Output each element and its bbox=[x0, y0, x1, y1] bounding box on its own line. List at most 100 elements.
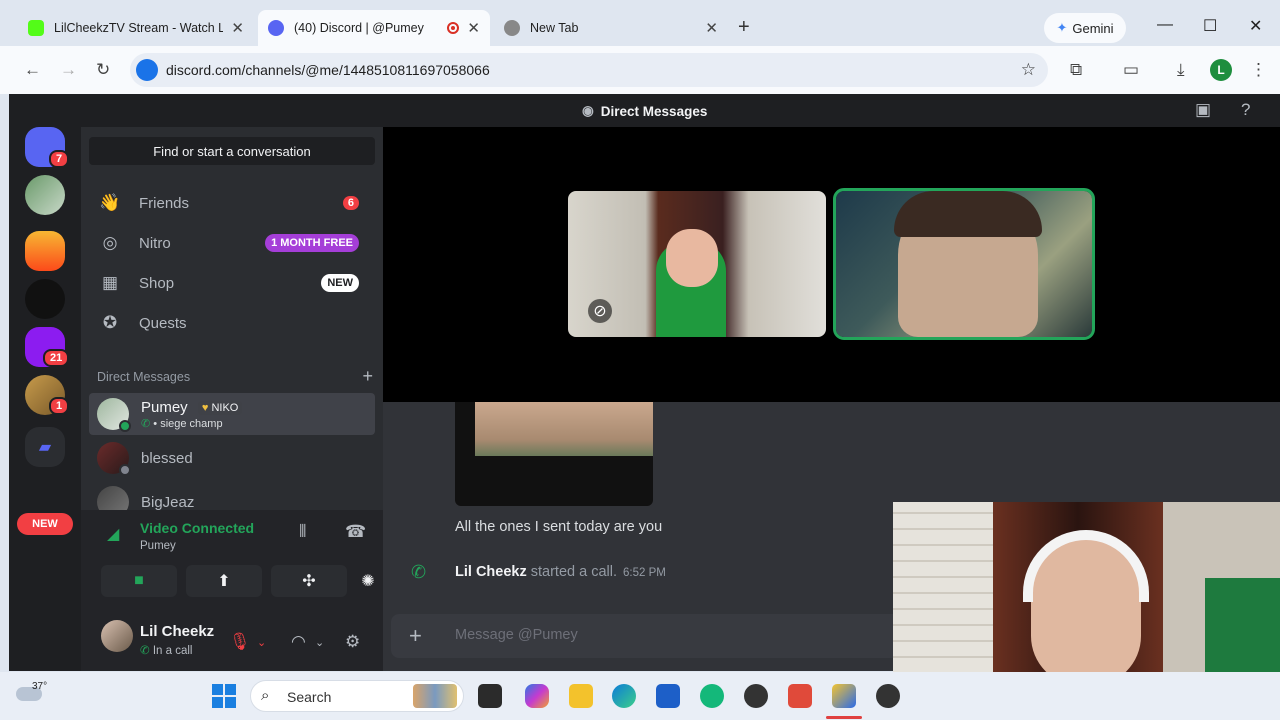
minimize-icon[interactable]: — bbox=[1157, 16, 1173, 34]
sidebar-item-nitro[interactable]: ◎ Nitro 1 MONTH FREE bbox=[89, 223, 375, 263]
app-icon[interactable] bbox=[700, 684, 724, 708]
call-user[interactable]: Lil Cheekz bbox=[455, 564, 527, 580]
shop-icon: ▦ bbox=[101, 273, 119, 292]
phone-call-icon: ✆ bbox=[411, 562, 427, 582]
profile-avatar[interactable]: L bbox=[1210, 59, 1232, 81]
sidebar-item-label: Friends bbox=[139, 194, 190, 212]
back-icon[interactable]: ← bbox=[24, 60, 41, 80]
download-icon[interactable]: ⤓ bbox=[1177, 60, 1185, 80]
chevron-down-icon[interactable]: ⌄ bbox=[257, 636, 266, 649]
titlebar-heading: ◉ Direct Messages bbox=[582, 103, 707, 119]
avatar[interactable] bbox=[101, 620, 133, 652]
menu-icon[interactable]: ⋮ bbox=[1250, 60, 1267, 80]
edge-icon[interactable] bbox=[612, 684, 636, 708]
bookmark-star-icon[interactable]: ☆ bbox=[1021, 60, 1036, 80]
headphones-icon[interactable]: ◠ bbox=[291, 632, 306, 652]
message-input[interactable]: Message @Pumey bbox=[455, 627, 578, 643]
site-info-icon[interactable] bbox=[136, 59, 158, 81]
call-text: started a call. bbox=[530, 564, 617, 580]
friends-badge: 6 bbox=[342, 196, 359, 210]
image-content bbox=[475, 402, 653, 456]
user-name[interactable]: Lil Cheekz bbox=[140, 623, 214, 640]
file-explorer-icon[interactable] bbox=[569, 684, 593, 708]
url-text[interactable]: discord.com/channels/@me/144851081169705… bbox=[166, 62, 490, 78]
participant-hair bbox=[894, 191, 1042, 237]
dm-sidebar: Find or start a conversation 👋 Friends 6… bbox=[81, 127, 383, 671]
user-panel: Lil Cheekz ✆ In a call 🎙 ⌄ ◠ ⌄ ⚙ bbox=[81, 605, 383, 671]
settings-gear-icon[interactable]: ⚙ bbox=[345, 632, 360, 652]
message-text: All the ones I sent today are you bbox=[455, 519, 663, 535]
folder-icon[interactable]: ▰ bbox=[25, 427, 65, 467]
friends-icon: 👋 bbox=[99, 193, 121, 212]
server-icon[interactable] bbox=[25, 231, 65, 271]
close-icon[interactable]: ✕ bbox=[467, 19, 480, 37]
reload-icon[interactable]: ↻ bbox=[96, 60, 110, 80]
search-label: Search bbox=[287, 689, 332, 705]
copilot-icon[interactable] bbox=[525, 684, 549, 708]
start-button[interactable] bbox=[212, 684, 236, 708]
extensions-icon[interactable]: ⧉ bbox=[1070, 60, 1082, 80]
media-icon[interactable]: ▭ bbox=[1123, 60, 1139, 80]
chevron-down-icon[interactable]: ⌄ bbox=[315, 636, 324, 649]
camera-button[interactable]: ■ bbox=[101, 565, 177, 597]
tab-lilcheekztv[interactable]: LilCheekzTV Stream - Watch Liv ✕ bbox=[18, 10, 254, 46]
image-attachment[interactable] bbox=[455, 402, 653, 506]
new-unreads-pill[interactable]: NEW bbox=[17, 513, 73, 535]
dm-item-blessed[interactable]: blessed bbox=[89, 437, 375, 479]
help-icon[interactable]: ? bbox=[1241, 100, 1250, 120]
recording-icon bbox=[447, 22, 460, 34]
dm-item-pumey[interactable]: Pumey ♥ NIKO ✆ • siege champ bbox=[89, 393, 375, 435]
task-view-icon[interactable] bbox=[478, 684, 502, 708]
windows-taskbar: 37° ⌕ Search bbox=[0, 672, 1280, 720]
forward-icon[interactable]: → bbox=[60, 60, 77, 80]
create-dm-icon[interactable]: + bbox=[362, 366, 373, 387]
maximize-icon[interactable]: ☐ bbox=[1203, 16, 1217, 36]
app-icon[interactable] bbox=[832, 684, 856, 708]
search-highlight-icon bbox=[413, 684, 457, 708]
avatar bbox=[97, 442, 131, 476]
screenshare-button[interactable]: ⬆ bbox=[186, 565, 262, 597]
dm-activity: • siege champ bbox=[153, 417, 223, 430]
tab-title: LilCheekzTV Stream - Watch Liv bbox=[54, 21, 224, 35]
sidebar-item-friends[interactable]: 👋 Friends 6 bbox=[89, 183, 375, 223]
voice-channel-name[interactable]: Pumey bbox=[140, 540, 176, 552]
soundboard-button[interactable]: ✺ bbox=[357, 565, 379, 597]
user-status: ✆ In a call bbox=[140, 643, 192, 657]
kick-icon bbox=[28, 20, 44, 36]
mic-muted-icon[interactable]: 🎙 bbox=[229, 632, 251, 652]
gemini-icon: ✦ bbox=[1056, 20, 1068, 35]
store-icon[interactable] bbox=[656, 684, 680, 708]
find-conversation-button[interactable]: Find or start a conversation bbox=[89, 137, 375, 165]
signal-icon: ◢ bbox=[107, 526, 120, 543]
server-icon[interactable] bbox=[25, 279, 65, 319]
message-timestamp: 6:52 PM bbox=[623, 567, 666, 579]
close-icon[interactable]: ✕ bbox=[231, 19, 244, 37]
tab-discord[interactable]: (40) Discord | @Pumey ✕ bbox=[258, 10, 490, 46]
close-window-icon[interactable]: ✕ bbox=[1249, 16, 1262, 36]
gemini-button[interactable]: ✦ Gemini bbox=[1044, 13, 1126, 43]
discord-icon bbox=[268, 20, 284, 36]
sidebar-item-label: Quests bbox=[139, 314, 187, 332]
video-tile-pumey[interactable] bbox=[833, 188, 1095, 340]
sidebar-item-shop[interactable]: ▦ Shop NEW bbox=[89, 263, 375, 303]
heart-icon: ♥ bbox=[201, 401, 209, 414]
new-tab-button[interactable]: + bbox=[738, 16, 750, 39]
attach-plus-icon[interactable]: + bbox=[409, 623, 422, 649]
call-stage: ⊘ bbox=[383, 127, 1280, 402]
activities-button[interactable]: ✣ bbox=[271, 565, 347, 597]
noise-suppression-icon[interactable]: ⦀ bbox=[299, 522, 306, 542]
app-icon[interactable] bbox=[788, 684, 812, 708]
app-icon[interactable] bbox=[876, 684, 900, 708]
soundboard-icon: ✺ bbox=[361, 573, 375, 590]
omnibox[interactable]: discord.com/channels/@me/144851081169705… bbox=[130, 53, 1048, 87]
tab-new-tab[interactable]: New Tab ✕ bbox=[494, 10, 728, 46]
disconnect-icon[interactable]: ☎ bbox=[345, 522, 366, 542]
taskbar-search[interactable]: ⌕ Search bbox=[250, 680, 464, 712]
video-tile-self[interactable]: ⊘ bbox=[568, 191, 826, 337]
obs-icon[interactable] bbox=[744, 684, 768, 708]
inbox-icon[interactable]: ▣ bbox=[1195, 100, 1211, 120]
server-icon[interactable] bbox=[25, 175, 65, 215]
weather-temp: 37° bbox=[32, 681, 48, 692]
sidebar-item-quests[interactable]: ✪ Quests bbox=[89, 303, 375, 343]
close-icon[interactable]: ✕ bbox=[705, 19, 718, 37]
